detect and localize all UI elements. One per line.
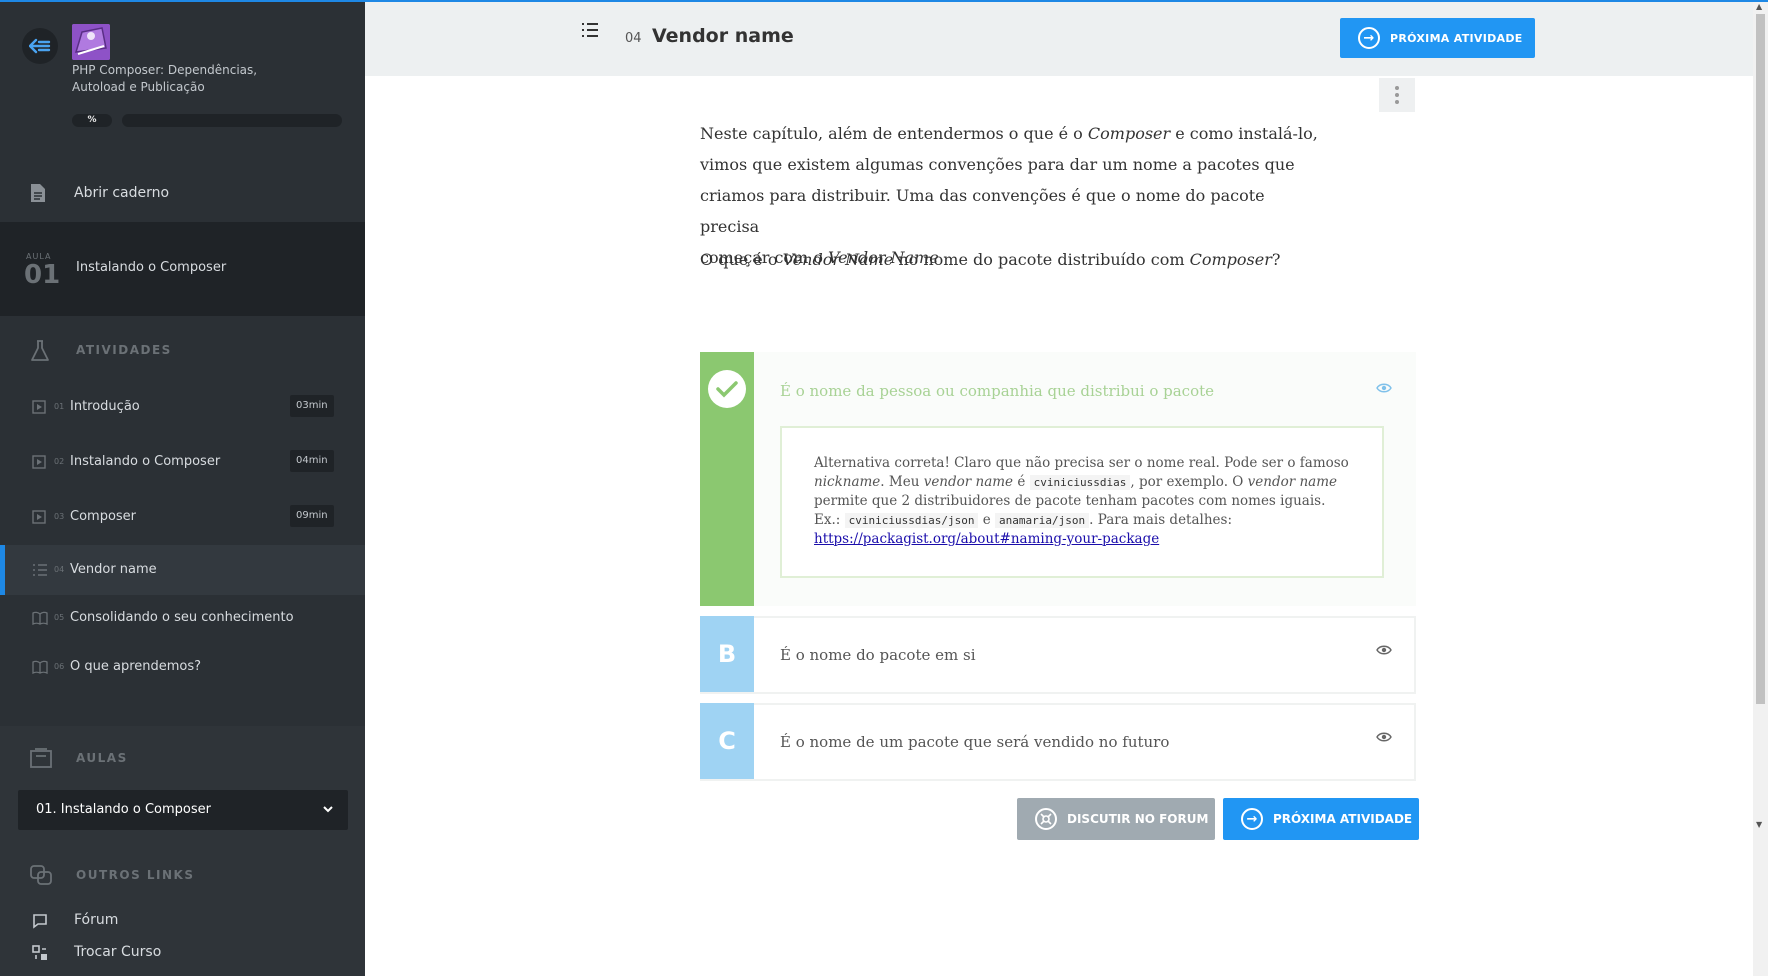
progress-percent: %	[72, 114, 112, 127]
activity-label: Consolidando o seu conhecimento	[70, 610, 294, 625]
lifebuoy-icon	[1035, 808, 1057, 830]
lessons-icon	[30, 748, 52, 768]
arrow-right-circle-icon: →	[1241, 808, 1263, 830]
lesson-name: Instalando o Composer	[76, 260, 227, 275]
book-icon	[32, 660, 48, 674]
page-title: Vendor name	[652, 25, 794, 47]
answer-text: É o nome do pacote em si	[780, 646, 976, 664]
activity-number: 06	[54, 662, 65, 671]
activity-duration: 04min	[290, 450, 334, 472]
forum-link-label: Fórum	[74, 912, 119, 928]
answer-option-a[interactable]: É o nome da pessoa ou companhia que dist…	[700, 352, 1416, 606]
activities-section-header: ATIVIDADES	[0, 330, 365, 370]
packagist-link[interactable]: https://packagist.org/about#naming-your-…	[814, 531, 1159, 547]
back-arrow-icon	[29, 38, 51, 54]
sidebar-header: PHP Composer: Dependências, Autoload e P…	[0, 0, 365, 150]
aulas-label: AULAS	[76, 751, 128, 765]
activity-label: Instalando o Composer	[70, 454, 221, 469]
activity-number: 04	[54, 565, 65, 574]
other-links-label: OUTROS LINKS	[76, 868, 195, 882]
course-thumbnail[interactable]	[72, 24, 110, 60]
activity-list-icon[interactable]	[581, 22, 599, 38]
document-icon	[31, 184, 45, 202]
activity-content: Neste capítulo, além de entendermos o qu…	[365, 76, 1753, 976]
activity-label: Composer	[70, 509, 137, 524]
change-course-label: Trocar Curso	[74, 944, 162, 960]
activity-number: 04	[625, 31, 642, 46]
scroll-up-icon[interactable]: ▲	[1756, 2, 1762, 11]
activity-item-01[interactable]: 01 Introdução 03min	[0, 382, 365, 432]
answer-text: É o nome de um pacote que será vendido n…	[780, 733, 1170, 751]
activity-number: 02	[54, 457, 65, 466]
page-scrollbar[interactable]: ▲ ▼	[1753, 0, 1768, 976]
activity-duration: 09min	[290, 505, 334, 527]
arrow-right-circle-icon: →	[1358, 27, 1380, 49]
activity-label: Introdução	[70, 399, 140, 414]
book-icon	[32, 611, 48, 625]
back-button[interactable]	[22, 28, 58, 64]
open-notebook-button[interactable]: Abrir caderno	[0, 168, 365, 220]
discuss-forum-button[interactable]: DISCUTIR NO FORUM	[1017, 798, 1215, 840]
aulas-section-header: AULAS	[0, 738, 365, 778]
scrollbar-thumb[interactable]	[1756, 14, 1765, 704]
video-icon	[32, 510, 46, 524]
option-letter-badge: B	[700, 616, 754, 692]
correct-badge	[700, 352, 754, 606]
answer-explanation: Alternativa correta! Claro que não preci…	[780, 426, 1384, 578]
lesson-select[interactable]: 01. Instalando o Composer	[18, 790, 348, 830]
eye-icon[interactable]	[1376, 644, 1392, 656]
answer-option-c[interactable]: C É o nome de um pacote que será vendido…	[700, 703, 1416, 781]
activity-number: 03	[54, 512, 65, 521]
next-activity-label: PRÓXIMA ATIVIDADE	[1390, 31, 1523, 45]
links-icon	[30, 865, 52, 885]
option-letter-badge: C	[700, 703, 754, 779]
chevron-down-icon	[323, 806, 333, 813]
progress-bar	[122, 114, 342, 127]
answer-option-b[interactable]: B É o nome do pacote em si	[700, 616, 1416, 694]
list-icon	[33, 564, 47, 576]
next-activity-button-top[interactable]: → PRÓXIMA ATIVIDADE	[1340, 18, 1535, 58]
forum-link[interactable]: Fórum	[0, 906, 365, 936]
change-course-link[interactable]: Trocar Curso	[0, 938, 365, 968]
lesson-number: 01	[24, 260, 61, 290]
eye-icon[interactable]	[1376, 731, 1392, 743]
chat-icon	[33, 914, 47, 929]
next-activity-label: PRÓXIMA ATIVIDADE	[1273, 812, 1413, 826]
activity-item-06[interactable]: 06 O que aprendemos?	[0, 642, 365, 692]
flask-icon	[31, 340, 49, 361]
activities-label: ATIVIDADES	[76, 343, 172, 357]
sidebar: PHP Composer: Dependências, Autoload e P…	[0, 0, 365, 976]
question-text: O que é o Vendor Name no nome do pacote …	[700, 250, 1281, 269]
check-icon	[708, 370, 746, 408]
next-activity-button[interactable]: → PRÓXIMA ATIVIDADE	[1223, 798, 1419, 840]
code-snippet: cviniciussdias	[1029, 475, 1131, 490]
activity-item-05[interactable]: 05 Consolidando o seu conhecimento	[0, 593, 365, 643]
video-icon	[32, 455, 46, 469]
swap-icon	[32, 945, 47, 960]
lesson-select-value: 01. Instalando o Composer	[36, 802, 211, 817]
activity-header: 04 Vendor name → PRÓXIMA ATIVIDADE	[365, 2, 1753, 76]
code-snippet: anamaria/json	[995, 513, 1090, 528]
discuss-forum-label: DISCUTIR NO FORUM	[1067, 812, 1209, 826]
activity-number: 01	[54, 402, 65, 411]
eye-icon[interactable]	[1376, 382, 1392, 394]
scroll-down-icon[interactable]: ▼	[1756, 820, 1762, 829]
activity-number: 05	[54, 613, 65, 622]
activity-label: O que aprendemos?	[70, 659, 202, 674]
current-lesson: AULA 01 Instalando o Composer	[0, 222, 365, 316]
code-snippet: cviniciussdias/json	[844, 513, 979, 528]
course-logo-icon	[72, 24, 110, 60]
top-accent-line	[0, 0, 1768, 2]
activity-item-02[interactable]: 02 Instalando o Composer 04min	[0, 437, 365, 487]
activity-item-03[interactable]: 03 Composer 09min	[0, 492, 365, 542]
activity-item-04[interactable]: 04 Vendor name	[0, 545, 365, 595]
course-title[interactable]: PHP Composer: Dependências, Autoload e P…	[72, 62, 272, 96]
answer-text: É o nome da pessoa ou companhia que dist…	[780, 382, 1215, 400]
activity-duration: 03min	[290, 395, 334, 417]
video-icon	[32, 400, 46, 414]
activity-label: Vendor name	[70, 562, 157, 577]
other-links-section-header: OUTROS LINKS	[0, 855, 365, 895]
open-notebook-label: Abrir caderno	[74, 185, 170, 201]
